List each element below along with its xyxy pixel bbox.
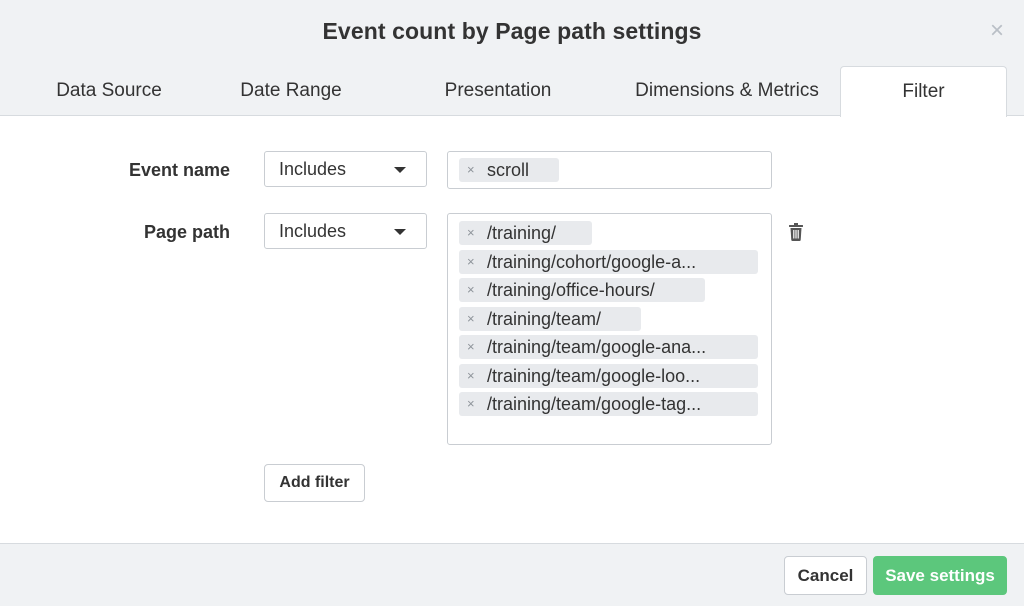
select-value: Includes [279, 221, 347, 241]
tab-dimensions-metrics[interactable]: Dimensions & Metrics [620, 66, 834, 116]
trash-icon[interactable] [788, 223, 804, 241]
page-path-operator-select[interactable]: Includes [264, 213, 427, 249]
value-tag: × /training/team/google-ana... [459, 335, 758, 359]
remove-tag-icon[interactable]: × [467, 335, 479, 359]
dialog-footer: Cancel Save settings [0, 543, 1024, 606]
filter-settings-dialog: Event count by Page path settings × Data… [0, 0, 1024, 606]
select-value: Includes [279, 159, 347, 179]
value-tag: × scroll [459, 158, 559, 182]
value-tag: × /training/team/ [459, 306, 641, 331]
remove-tag-icon[interactable]: × [467, 364, 479, 388]
tag-label: /training/team/ [487, 308, 602, 329]
tab-date-range[interactable]: Date Range [202, 66, 380, 116]
chevron-down-icon [394, 229, 406, 235]
remove-tag-icon[interactable]: × [467, 307, 479, 331]
tag-label: /training/team/google-loo... [487, 365, 701, 386]
filter-label-page-path: Page path [143, 222, 230, 242]
tab-bar: Data Source Date Range Presentation Dime… [0, 66, 1024, 117]
chevron-down-icon [394, 167, 406, 173]
tab-filter[interactable]: Filter [840, 66, 1007, 117]
save-settings-button[interactable]: Save settings [873, 556, 1007, 595]
value-tag: × /training/team/google-tag... [459, 392, 758, 416]
tag-label: /training/cohort/google-a... [487, 251, 697, 272]
value-tag: × /training/cohort/google-a... [459, 249, 758, 274]
remove-tag-icon[interactable]: × [467, 250, 479, 274]
remove-tag-icon[interactable]: × [467, 278, 479, 302]
tag-label: /training/team/google-tag... [487, 394, 702, 414]
tag-label: /training/ [487, 223, 557, 243]
value-tag: × /training/ [459, 221, 592, 245]
filter-label-event-name: Event name [128, 160, 230, 180]
tag-label: /training/team/google-ana... [487, 337, 707, 357]
cancel-button[interactable]: Cancel [784, 556, 867, 595]
remove-tag-icon[interactable]: × [467, 221, 479, 245]
tag-label: /training/office-hours/ [487, 280, 655, 300]
dialog-header: Event count by Page path settings × [0, 0, 1024, 66]
dialog-title: Event count by Page path settings [322, 18, 702, 44]
add-filter-button[interactable]: Add filter [264, 464, 365, 502]
event-name-values-input[interactable]: × scroll [447, 151, 772, 189]
close-icon[interactable]: × [987, 19, 1007, 43]
tab-presentation[interactable]: Presentation [408, 66, 588, 116]
event-name-operator-select[interactable]: Includes [264, 151, 427, 187]
value-tag: × /training/team/google-loo... [459, 363, 758, 388]
remove-tag-icon[interactable]: × [467, 392, 479, 416]
value-tag: × /training/office-hours/ [459, 278, 705, 302]
tag-label: scroll [487, 160, 530, 180]
tab-data-source[interactable]: Data Source [20, 66, 198, 116]
page-path-values-input[interactable]: × /training/ × /training/cohort/google-a… [447, 213, 772, 445]
remove-tag-icon[interactable]: × [467, 158, 479, 182]
